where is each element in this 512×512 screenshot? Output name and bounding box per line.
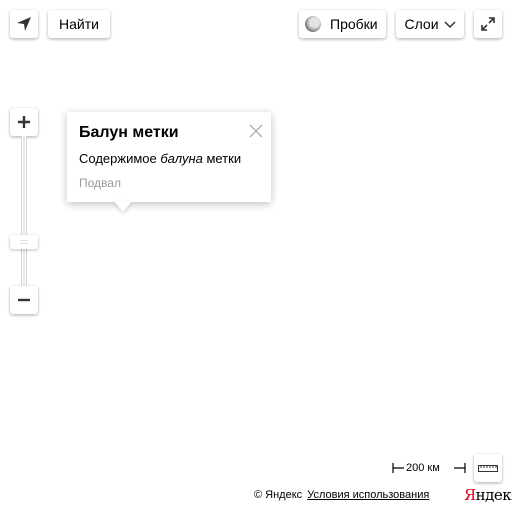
balloon-title: Балун метки	[79, 124, 179, 141]
scale-line: 200 км	[392, 460, 466, 476]
ruler-button[interactable]	[474, 454, 502, 482]
yandex-logo-rest: ндекс	[475, 486, 512, 504]
zoom-in-button[interactable]	[10, 108, 38, 136]
copyright-owner: © Яндекс	[254, 489, 303, 501]
zoom-slider-thumb[interactable]: ::::	[10, 235, 38, 249]
zoom-slider-track[interactable]	[21, 136, 27, 286]
terms-of-use-link[interactable]: Условия использования	[307, 489, 429, 501]
fullscreen-button[interactable]	[474, 10, 502, 38]
ruler-icon	[478, 465, 498, 472]
layers-button-label: Слои	[404, 16, 439, 32]
geolocation-button[interactable]	[10, 10, 38, 38]
traffic-circle-icon	[305, 16, 321, 32]
zoom-thumb-grip: ::::	[20, 238, 28, 246]
balloon-body: Содержимое балуна метки	[79, 151, 259, 166]
chevron-down-icon	[443, 21, 456, 29]
find-button-label: Найти	[59, 16, 99, 32]
copyrights: © Яндекс Условия использования	[254, 489, 429, 501]
traffic-button-label: Пробки	[330, 16, 378, 32]
layers-button[interactable]: Слои	[396, 10, 464, 38]
balloon-body-suffix: метки	[202, 151, 242, 166]
yandex-logo-first: Я	[464, 486, 476, 504]
traffic-button[interactable]: Пробки	[299, 10, 386, 38]
placemark-balloon: Балун метки Содержимое балуна метки Подв…	[67, 112, 271, 202]
yandex-logo[interactable]: Яндекс	[464, 486, 512, 504]
balloon-body-prefix: Содержимое	[79, 151, 161, 166]
geolocation-arrow-icon	[17, 17, 31, 31]
balloon-footer: Подвал	[79, 176, 121, 190]
zoom-out-button[interactable]	[10, 286, 38, 314]
minus-icon	[18, 298, 30, 302]
fullscreen-expand-icon	[481, 17, 495, 31]
balloon-body-emphasis: балуна	[160, 151, 203, 166]
plus-icon	[18, 116, 30, 128]
scale-label: 200 км	[406, 462, 440, 474]
map-canvas[interactable]	[0, 0, 512, 512]
find-button[interactable]: Найти	[48, 10, 110, 38]
balloon-tail	[114, 201, 132, 212]
close-icon[interactable]	[249, 124, 263, 138]
